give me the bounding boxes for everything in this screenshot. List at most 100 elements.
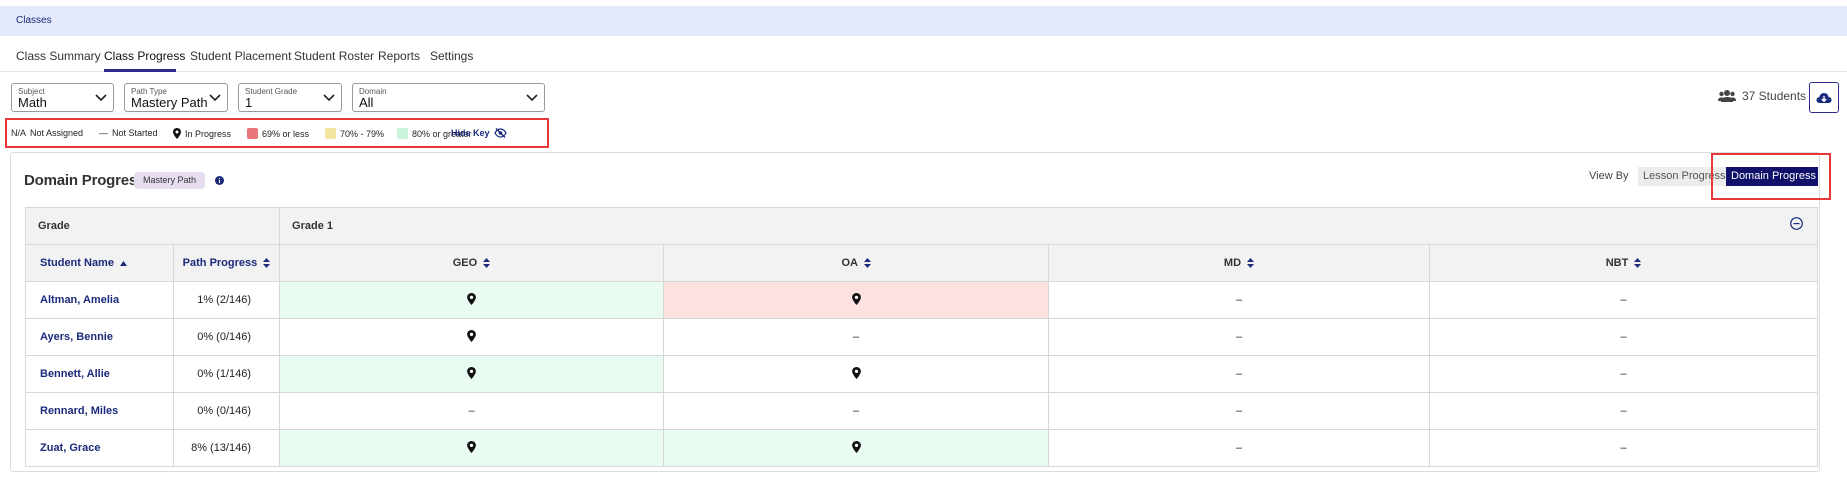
collapse-icon[interactable]	[1790, 217, 1803, 230]
users-icon	[1718, 90, 1736, 102]
tab-reports[interactable]: Reports	[378, 49, 420, 63]
map-pin-icon	[467, 292, 476, 305]
card-title: Domain Progress	[24, 172, 146, 189]
eye-slash-icon	[493, 128, 507, 138]
col-nbt[interactable]: NBT	[1429, 244, 1819, 282]
grade-value: Grade 1	[292, 220, 333, 232]
col-geo-label: GEO	[452, 257, 478, 269]
path-progress-cell: 0% (0/146)	[172, 392, 281, 430]
key-in-progress: In Progress	[173, 128, 231, 139]
path-type-select[interactable]: Path Type Mastery Path	[124, 83, 228, 112]
path-progress-cell: 8% (13/146)	[172, 429, 281, 467]
hide-key-button[interactable]: Hide Key	[451, 128, 507, 138]
tab-student-placement[interactable]: Student Placement	[190, 49, 291, 63]
col-md-label: MD	[1223, 257, 1242, 269]
col-path-progress-label: Path Progress	[182, 257, 258, 269]
oa-cell[interactable]	[663, 281, 1050, 319]
student-name-link[interactable]: Bennett, Allie	[25, 355, 174, 393]
grade-group-header: Grade 1	[279, 207, 1819, 245]
domain-select-value: All	[359, 95, 374, 110]
nbt-cell: –	[1429, 392, 1819, 430]
table-row: Zuat, Grace 8% (13/146) – –	[25, 429, 1819, 467]
top-bar: Classes	[0, 6, 1847, 36]
md-cell: –	[1048, 355, 1431, 393]
student-name-link[interactable]: Altman, Amelia	[25, 281, 174, 319]
active-tab-indicator	[104, 69, 176, 72]
grade-header: Grade	[24, 207, 281, 245]
subject-select[interactable]: Subject Math	[11, 83, 114, 112]
geo-cell[interactable]	[279, 429, 665, 467]
tab-student-roster[interactable]: Student Roster	[294, 49, 374, 63]
map-pin-icon	[851, 440, 861, 453]
key-mid: 70% - 79%	[325, 128, 384, 139]
map-pin-icon	[467, 366, 476, 379]
download-button[interactable]	[1809, 82, 1839, 113]
col-oa[interactable]: OA	[663, 244, 1050, 282]
geo-cell[interactable]	[279, 355, 665, 393]
map-pin-icon	[851, 292, 861, 305]
geo-cell[interactable]	[279, 318, 665, 356]
oa-cell[interactable]	[663, 355, 1050, 393]
tab-class-progress[interactable]: Class Progress	[104, 49, 185, 63]
path-progress-cell: 0% (1/146)	[172, 355, 281, 393]
info-icon[interactable]	[215, 176, 224, 185]
key-low: 69% or less	[247, 128, 309, 139]
student-name-link[interactable]: Rennard, Miles	[25, 392, 174, 430]
student-grade-select[interactable]: Student Grade 1	[238, 83, 342, 112]
oa-cell: –	[663, 318, 1050, 356]
sort-icon	[1247, 258, 1255, 269]
path-type-select-value: Mastery Path	[131, 95, 208, 110]
sort-asc-icon	[120, 260, 128, 266]
table-row: Rennard, Miles 0% (0/146) – – – –	[25, 392, 1819, 430]
md-cell: –	[1048, 392, 1431, 430]
path-progress-cell: 1% (2/146)	[172, 281, 281, 319]
col-geo[interactable]: GEO	[279, 244, 665, 282]
path-progress-cell: 0% (0/146)	[172, 318, 281, 356]
table-row: Altman, Amelia 1% (2/146) – –	[25, 281, 1819, 319]
student-name-link[interactable]: Ayers, Bennie	[25, 318, 174, 356]
sort-icon	[263, 258, 271, 269]
domain-progress-card: Domain Progress Mastery Path View By Les…	[10, 152, 1831, 472]
col-md[interactable]: MD	[1048, 244, 1431, 282]
legend-key: N/A Not Assigned — Not Started In Progre…	[5, 118, 549, 148]
top-bar-title: Classes	[16, 15, 52, 26]
geo-cell[interactable]	[279, 281, 665, 319]
nbt-cell: –	[1429, 355, 1819, 393]
chevron-down-icon	[209, 94, 221, 102]
nbt-cell: –	[1429, 318, 1819, 356]
map-pin-icon	[467, 440, 476, 453]
sort-icon	[1634, 258, 1642, 269]
progress-table: Grade Grade 1 Student Name Path Progress…	[24, 207, 1819, 467]
col-student-name-label: Student Name	[40, 257, 114, 269]
student-grade-select-label: Student Grade	[245, 87, 298, 96]
col-student-name[interactable]: Student Name	[25, 244, 174, 282]
mastery-path-badge: Mastery Path	[134, 172, 206, 189]
swatch-low	[247, 128, 258, 139]
sort-icon	[483, 258, 491, 269]
table-row: Ayers, Bennie 0% (0/146) – – –	[25, 318, 1819, 356]
col-nbt-label: NBT	[1605, 257, 1629, 269]
tab-class-summary[interactable]: Class Summary	[16, 49, 101, 63]
key-mid-label: 70% - 79%	[340, 128, 385, 139]
students-count-label: 37 Students	[1742, 89, 1807, 103]
key-not-started-label: Not Started	[112, 128, 158, 138]
map-pin-icon	[467, 329, 476, 342]
highlight-box	[1711, 153, 1831, 200]
col-path-progress[interactable]: Path Progress	[172, 244, 281, 282]
key-not-started: — Not Started	[99, 128, 158, 138]
swatch-high	[397, 128, 408, 139]
student-name-link[interactable]: Zuat, Grace	[25, 429, 174, 467]
oa-cell[interactable]	[663, 429, 1050, 467]
students-count: 37 Students	[1718, 89, 1806, 103]
oa-cell: –	[663, 392, 1050, 430]
md-cell: –	[1048, 281, 1431, 319]
table-row: Bennett, Allie 0% (1/146) – –	[25, 355, 1819, 393]
nbt-cell: –	[1429, 429, 1819, 467]
chevron-down-icon	[95, 94, 107, 102]
cloud-download-icon	[1816, 92, 1832, 103]
tab-settings[interactable]: Settings	[430, 49, 473, 63]
hide-key-label: Hide Key	[451, 128, 490, 138]
tab-bar: Class Summary Class Progress Student Pla…	[0, 36, 1847, 72]
domain-select[interactable]: Domain All	[352, 83, 545, 112]
key-low-label: 69% or less	[262, 128, 310, 139]
